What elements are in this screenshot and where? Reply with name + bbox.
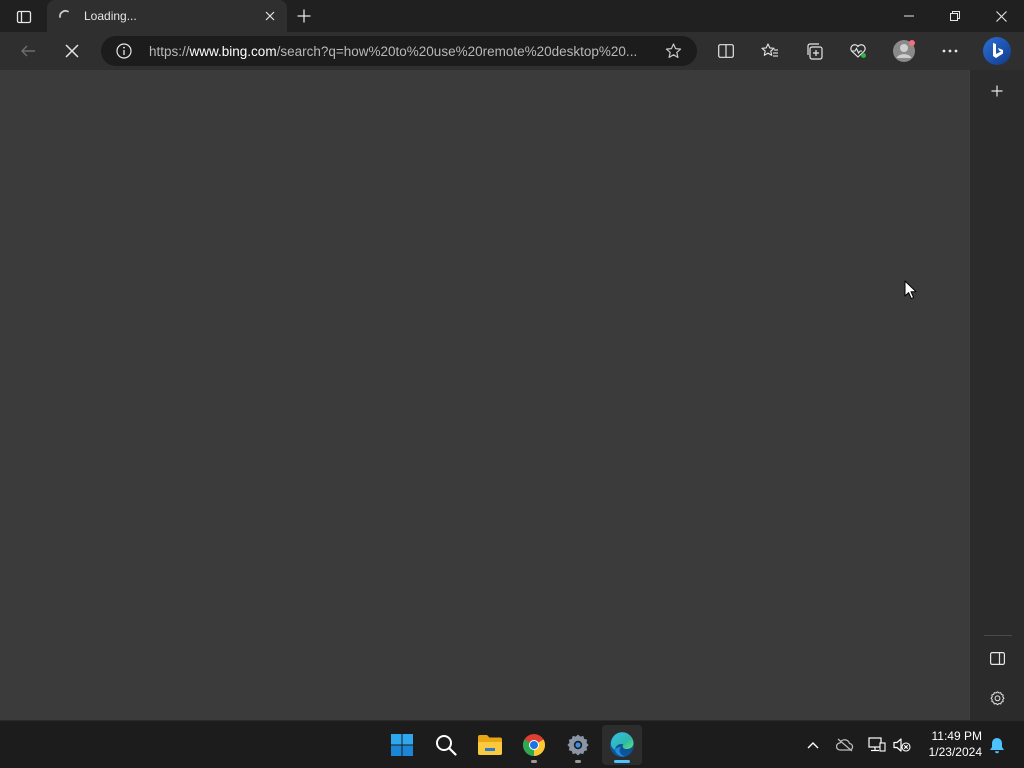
close-icon: [265, 11, 275, 21]
more-horizontal-icon: [942, 49, 958, 53]
edge-sidebar: [969, 70, 1024, 720]
active-app-indicator: [614, 760, 630, 763]
favorites-icon: [761, 43, 778, 57]
clock-date: 1/23/2024: [928, 745, 982, 759]
stop-loading-button[interactable]: [56, 36, 88, 66]
tab-actions-menu-button[interactable]: [10, 6, 38, 28]
settings-gear-icon: [567, 734, 589, 756]
loading-spinner-icon: [59, 10, 69, 18]
split-screen-button[interactable]: [710, 36, 742, 66]
restore-button[interactable]: [932, 0, 978, 32]
clock-time: 11:49 PM: [931, 729, 982, 743]
start-button[interactable]: [382, 725, 422, 765]
edge-icon: [610, 732, 634, 757]
running-indicator: [575, 760, 581, 763]
tab-title: Loading...: [84, 9, 137, 23]
avatar: [893, 40, 915, 62]
file-explorer-button[interactable]: [470, 725, 510, 765]
taskbar-clock[interactable]: 11:49 PM 1/23/2024: [918, 728, 982, 760]
page-content-area: [0, 70, 969, 720]
bell-icon: [990, 737, 1004, 753]
address-bar[interactable]: https://www.bing.com/search?q=how%20to%2…: [101, 36, 697, 66]
minimize-button[interactable]: [886, 0, 932, 32]
minimize-icon: [904, 15, 914, 17]
settings-icon: [989, 690, 1005, 705]
close-tab-button[interactable]: [261, 7, 279, 25]
collections-icon: [806, 42, 823, 60]
tab-actions-icon: [16, 10, 32, 24]
onedrive-tray-button[interactable]: [833, 733, 857, 757]
windows-taskbar: 11:49 PM 1/23/2024: [0, 720, 1024, 768]
add-favorite-button[interactable]: [663, 42, 683, 60]
url-host: www.bing.com: [189, 44, 277, 59]
settings-app-button[interactable]: [558, 725, 598, 765]
chevron-up-icon: [807, 742, 819, 749]
network-tray-button[interactable]: [865, 733, 889, 757]
volume-muted-icon: [893, 738, 911, 752]
settings-and-more-button[interactable]: [934, 36, 966, 66]
sidebar-settings-button[interactable]: [983, 684, 1011, 712]
back-button[interactable]: [12, 36, 44, 66]
edge-button[interactable]: [602, 725, 642, 765]
search-icon: [436, 735, 457, 756]
site-info-button[interactable]: [115, 42, 133, 60]
heart-pulse-icon: [850, 44, 866, 58]
url-path: /search?q=how%20to%20use%20remote%20desk…: [276, 44, 638, 59]
split-screen-icon: [718, 44, 734, 58]
close-window-button[interactable]: [978, 0, 1024, 32]
new-tab-button[interactable]: [292, 5, 316, 27]
folder-icon: [478, 735, 502, 755]
show-hidden-icons-button[interactable]: [801, 733, 825, 757]
taskbar-search-button[interactable]: [426, 725, 466, 765]
copilot-button[interactable]: [980, 36, 1014, 66]
collections-button[interactable]: [798, 36, 830, 66]
onedrive-offline-icon: [836, 738, 854, 752]
plus-icon: [297, 9, 311, 23]
star-icon: [665, 43, 681, 58]
restore-icon: [950, 11, 960, 21]
arrow-left-icon: [21, 45, 35, 57]
close-icon: [65, 44, 79, 58]
add-icon: [991, 85, 1003, 97]
sidebar-add-button[interactable]: [983, 77, 1011, 105]
mouse-cursor-icon: [904, 280, 917, 300]
volume-tray-button[interactable]: [890, 733, 914, 757]
sidebar-divider: [984, 635, 1012, 636]
navigation-toolbar: https://www.bing.com/search?q=how%20to%2…: [0, 32, 1024, 70]
url-scheme: https://: [149, 44, 190, 59]
network-icon: [868, 737, 886, 752]
notifications-button[interactable]: [985, 733, 1009, 757]
bing-copilot-icon: [983, 37, 1011, 65]
close-icon: [995, 10, 1007, 22]
windows-logo-icon: [391, 734, 413, 756]
chrome-icon: [523, 734, 545, 756]
hide-sidebar-button[interactable]: [983, 644, 1011, 672]
profile-button[interactable]: [888, 36, 920, 66]
favorites-button[interactable]: [754, 36, 786, 66]
hide-sidebar-icon: [989, 651, 1005, 665]
info-icon: [116, 43, 132, 59]
title-bar: Loading...: [0, 0, 1024, 32]
url-text[interactable]: https://www.bing.com/search?q=how%20to%2…: [149, 44, 637, 59]
active-tab[interactable]: Loading...: [47, 0, 287, 32]
running-indicator: [531, 760, 537, 763]
chrome-button[interactable]: [514, 725, 554, 765]
browser-essentials-button[interactable]: [842, 36, 874, 66]
